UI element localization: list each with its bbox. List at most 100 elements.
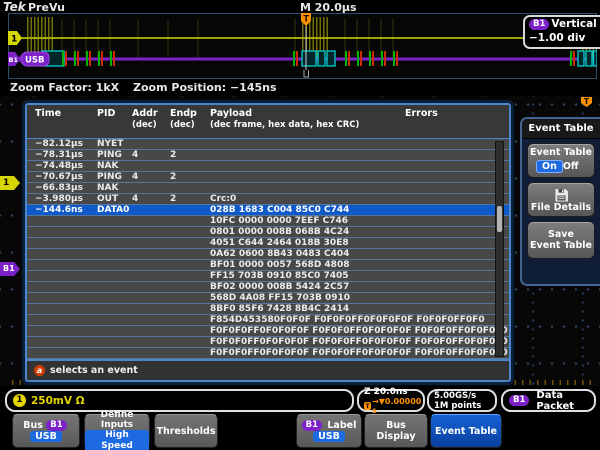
- define-inputs-value: High Speed: [85, 430, 149, 450]
- cell-time: [35, 293, 97, 303]
- define-inputs-button[interactable]: Define Inputs High Speed: [84, 414, 150, 448]
- cell-endp: [170, 337, 210, 347]
- sample-rate: 5.00GS/s: [434, 391, 476, 401]
- bus-display-button[interactable]: Bus Display: [364, 414, 428, 448]
- toggle-on[interactable]: On: [536, 160, 563, 173]
- svg-text:USB: USB: [25, 56, 45, 66]
- table-row[interactable]: −82.12µs NYET: [27, 139, 509, 150]
- svg-text:B1: B1: [9, 56, 19, 64]
- event-table-toggle-button[interactable]: Event Table On Off: [527, 143, 595, 178]
- cell-pid: [97, 249, 132, 259]
- table-row[interactable]: 0A62 0600 8B43 0483 C404: [27, 249, 509, 260]
- cell-pid: DATA0: [97, 205, 132, 215]
- thresholds-button[interactable]: Thresholds: [154, 414, 218, 448]
- cell-endp: [170, 304, 210, 314]
- table-scrollbar[interactable]: [495, 141, 504, 357]
- cell-payload: 0A62 0600 8B43 0483 C404: [210, 249, 405, 259]
- table-row[interactable]: BF02 0000 008B 5424 2C57: [27, 282, 509, 293]
- table-row[interactable]: 568D 4A08 FF15 703B 0910: [27, 293, 509, 304]
- table-row[interactable]: 4051 C644 2464 018B 30E8: [27, 238, 509, 249]
- cell-pid: [97, 282, 132, 292]
- cell-addr: [132, 216, 170, 226]
- cell-time: [35, 304, 97, 314]
- cell-pid: [97, 348, 132, 358]
- event-table-rows: −82.12µs NYET −78.31µs PING 4 2: [27, 139, 509, 359]
- table-row[interactable]: −70.67µs PING 4 2: [27, 172, 509, 183]
- cell-time: [35, 315, 97, 325]
- bus-label-button[interactable]: B1 Label USB: [296, 414, 362, 448]
- table-row[interactable]: FF15 703B 0910 85C0 7405: [27, 271, 509, 282]
- cell-time: −70.67µs: [35, 172, 97, 182]
- cell-time: [35, 216, 97, 226]
- cell-addr: [132, 337, 170, 347]
- table-row[interactable]: −66.83µs NAK: [27, 183, 509, 194]
- cell-errors: [405, 315, 509, 325]
- b1-badge: B1: [509, 395, 529, 406]
- cell-time: [35, 271, 97, 281]
- cell-errors: [405, 150, 509, 160]
- cell-errors: [405, 271, 509, 281]
- cell-pid: [97, 315, 132, 325]
- table-row[interactable]: 0801 0000 008B 068B 4C24: [27, 227, 509, 238]
- multipurpose-knob-a-icon: a: [34, 365, 45, 376]
- table-row[interactable]: F854D453580F0F0F F0F0F0FF0F0F0F0F F0F0F0…: [27, 315, 509, 326]
- vertical-label: Vertical: [551, 18, 596, 30]
- save-event-table-button[interactable]: Save Event Table: [527, 221, 595, 259]
- cell-endp: [170, 282, 210, 292]
- cell-endp: [170, 348, 210, 358]
- event-table-menu-button[interactable]: Event Table: [430, 414, 502, 448]
- table-row[interactable]: F0F0F0FF0F0F0F0F F0F0F0FF0F0F0F0F F0F0F0…: [27, 326, 509, 337]
- cell-addr: [132, 183, 170, 193]
- side-menu: Event Table Event Table On Off File Deta…: [520, 117, 600, 286]
- cell-pid: NYET: [97, 139, 132, 149]
- table-row[interactable]: −3.980µs OUT 4 2 Crc:0: [27, 194, 509, 205]
- cell-errors: [405, 337, 509, 347]
- trigger-position-value: →▼0.00000 s: [372, 397, 422, 415]
- table-row[interactable]: 10FC 0000 0000 7EEF C746: [27, 216, 509, 227]
- table-row[interactable]: BF01 0000 0057 568D 4808: [27, 260, 509, 271]
- cell-addr: [132, 227, 170, 237]
- table-row[interactable]: −78.31µs PING 4 2: [27, 150, 509, 161]
- event-table-header: Time PID Addr(dec) Endp(dec) Payload(dec…: [27, 105, 509, 139]
- cell-errors: [405, 282, 509, 292]
- toggle-off[interactable]: Off: [563, 161, 579, 172]
- side-menu-title: Event Table: [522, 119, 600, 139]
- cell-pid: [97, 293, 132, 303]
- cell-addr: [132, 271, 170, 281]
- bus-value: USB: [30, 431, 62, 442]
- cell-payload: [210, 150, 405, 160]
- cell-pid: [97, 271, 132, 281]
- bus-menu-button[interactable]: Bus B1 USB: [12, 414, 80, 448]
- tek-logo: Tek: [3, 0, 26, 14]
- table-row[interactable]: 8BF0 85F6 7428 8B4C 2414: [27, 304, 509, 315]
- cell-time: −82.12µs: [35, 139, 97, 149]
- cell-pid: [97, 304, 132, 314]
- label-value: USB: [313, 431, 345, 442]
- cell-payload: 568D 4A08 FF15 703B 0910: [210, 293, 405, 303]
- cell-errors: [405, 183, 509, 193]
- cell-pid: NAK: [97, 161, 132, 171]
- cell-time: [35, 282, 97, 292]
- table-row[interactable]: −144.6ns DATA0 028B 1683 C004 85C0 C744: [27, 205, 509, 216]
- cell-payload: 4051 C644 2464 018B 30E8: [210, 238, 405, 248]
- cell-pid: [97, 238, 132, 248]
- cell-endp: [170, 216, 210, 226]
- zoom-scale: Z 20.0ns: [364, 387, 408, 397]
- cell-payload: Crc:0: [210, 194, 405, 204]
- cell-endp: 2: [170, 150, 210, 160]
- cell-time: [35, 227, 97, 237]
- cell-payload: [210, 183, 405, 193]
- waveform-fragment: [512, 106, 514, 114]
- table-row[interactable]: F0F0F0FF0F0F0F0F F0F0F0FF0F0F0F0F F0F0F0…: [27, 348, 509, 359]
- b1-badge: B1: [302, 420, 322, 431]
- cell-time: [35, 337, 97, 347]
- cell-payload: F0F0F0FF0F0F0F0F F0F0F0FF0F0F0F0F F0F0F0…: [210, 326, 405, 336]
- scrollbar-thumb[interactable]: [497, 206, 502, 232]
- b1-badge: B1: [46, 420, 66, 431]
- cell-errors: [405, 205, 509, 215]
- file-details-button[interactable]: File Details: [527, 182, 595, 217]
- table-row[interactable]: −74.48µs NAK: [27, 161, 509, 172]
- cell-errors: [405, 260, 509, 270]
- cell-pid: OUT: [97, 194, 132, 204]
- table-row[interactable]: F0F0F0FF0F0F0F0F F0F0F0FF0F0F0F0F F0F0F0…: [27, 337, 509, 348]
